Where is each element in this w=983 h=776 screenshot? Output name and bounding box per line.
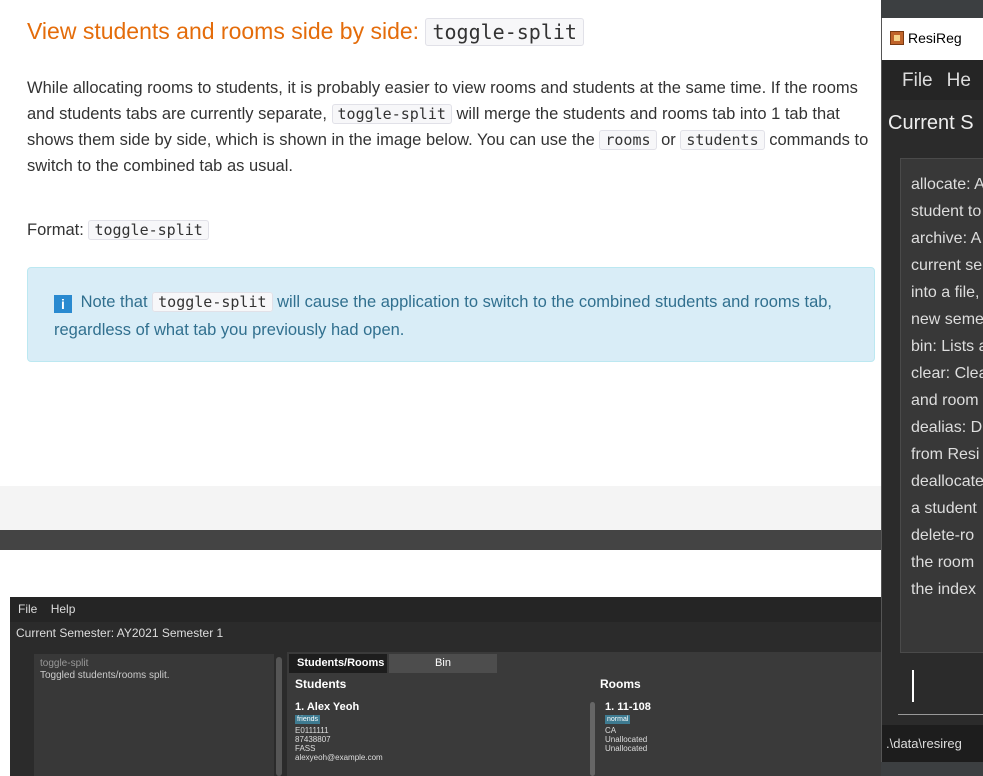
help-line: into a file, (911, 284, 980, 301)
status-bar-path: .\data\resireg (882, 725, 983, 762)
paragraph-text: or (661, 131, 676, 149)
help-line: student to (911, 203, 982, 220)
format-label: Format: (27, 221, 84, 239)
help-line: a student (911, 500, 977, 517)
room-detail: CA (605, 726, 617, 735)
section-heading: View students and rooms side by side: to… (27, 18, 584, 46)
screenshot-result-message: Toggled students/rooms split. (40, 670, 170, 681)
student-detail: E0111111 (295, 726, 329, 735)
help-line: delete-ro (911, 527, 975, 544)
example-screenshot: File Help Current Semester: AY2021 Semes… (0, 550, 881, 776)
student-detail: alexyeoh@example.com (295, 753, 383, 762)
format-code: toggle-split (88, 220, 209, 240)
help-line: the index (911, 581, 976, 598)
menu-help[interactable]: He (947, 70, 971, 91)
section-heading-text: View students and rooms side by side: (27, 18, 420, 44)
window-title: ResiReg (908, 30, 962, 46)
user-guide-section: View students and rooms side by side: to… (0, 0, 881, 486)
screenshot-menu-bar: File Help (10, 597, 881, 622)
screenshot-result-command: toggle-split (40, 658, 89, 669)
screenshot-menu-file: File (18, 602, 38, 616)
screenshot-room-card: 1. 11-108 normal CA Unallocated Unalloca… (605, 700, 651, 753)
heading-command-code: toggle-split (425, 18, 584, 46)
inline-code: toggle-split (331, 104, 452, 124)
room-detail: Unallocated (605, 735, 648, 744)
help-line: allocate: A (911, 176, 983, 193)
screenshot-students-scrollbar (590, 702, 595, 776)
room-name: 1. 11-108 (605, 701, 651, 713)
screenshot-semester: Current Semester: AY2021 Semester 1 (16, 626, 224, 640)
help-line: dealias: D (911, 419, 983, 436)
help-line: clear: Clea (911, 365, 983, 382)
current-semester-label: Current S (888, 112, 974, 134)
help-line: bin: Lists a (911, 338, 983, 355)
screenshot-student-card: 1. Alex Yeoh friends E0111111 87438807 F… (295, 700, 383, 762)
student-detail: FASS (295, 744, 316, 753)
window-backdrop (881, 0, 983, 18)
help-line: archive: A (911, 230, 982, 247)
screenshot-scrollbar (276, 657, 282, 776)
help-line: deallocate (911, 473, 983, 490)
app-icon (890, 31, 904, 45)
description-paragraph: While allocating rooms to students, it i… (27, 75, 887, 179)
resireg-title-bar: ResiReg (882, 18, 983, 60)
screenshot-rooms-heading: Rooms (600, 677, 641, 691)
help-result-box[interactable]: allocate: A student to archive: A curren… (900, 158, 983, 653)
screenshot-tab-students-rooms: Students/Rooms (289, 654, 387, 673)
divider-band (0, 530, 881, 550)
info-callout: i Note that toggle-split will cause the … (27, 267, 875, 362)
screenshot-tab-bin: Bin (389, 654, 497, 673)
document-footer-strip (0, 486, 881, 530)
help-line: from Resi (911, 446, 980, 463)
help-line: new seme (911, 311, 983, 328)
menu-file[interactable]: File (902, 70, 933, 91)
info-icon: i (54, 295, 72, 313)
student-name: 1. Alex Yeoh (295, 701, 360, 713)
help-line: the room (911, 554, 975, 571)
room-tag: normal (605, 715, 631, 724)
inline-code: toggle-split (152, 292, 273, 312)
screenshot-main-panel: Students/Rooms Bin Students Rooms 1. Ale… (287, 652, 881, 776)
student-tag: friends (295, 715, 321, 724)
resireg-menu-bar: File He (882, 60, 983, 100)
screenshot-menu-help: Help (50, 602, 76, 616)
inline-code: rooms (599, 130, 657, 150)
student-detail: 87438807 (295, 735, 331, 744)
format-line: Format: toggle-split (27, 220, 209, 240)
screenshot-students-heading: Students (295, 677, 347, 691)
inline-code: students (680, 130, 765, 150)
screenshot-result-box: toggle-split Toggled students/rooms spli… (34, 654, 274, 776)
note-text: Note that (80, 293, 148, 311)
help-line: and room (911, 392, 979, 409)
command-input-underline (898, 714, 983, 715)
resireg-window: ResiReg File He Current S allocate: A stu… (881, 18, 983, 762)
command-input[interactable] (912, 670, 914, 702)
screenshot-app-window: File Help Current Semester: AY2021 Semes… (10, 597, 881, 776)
help-line: current se (911, 257, 983, 274)
room-detail: Unallocated (605, 744, 648, 753)
